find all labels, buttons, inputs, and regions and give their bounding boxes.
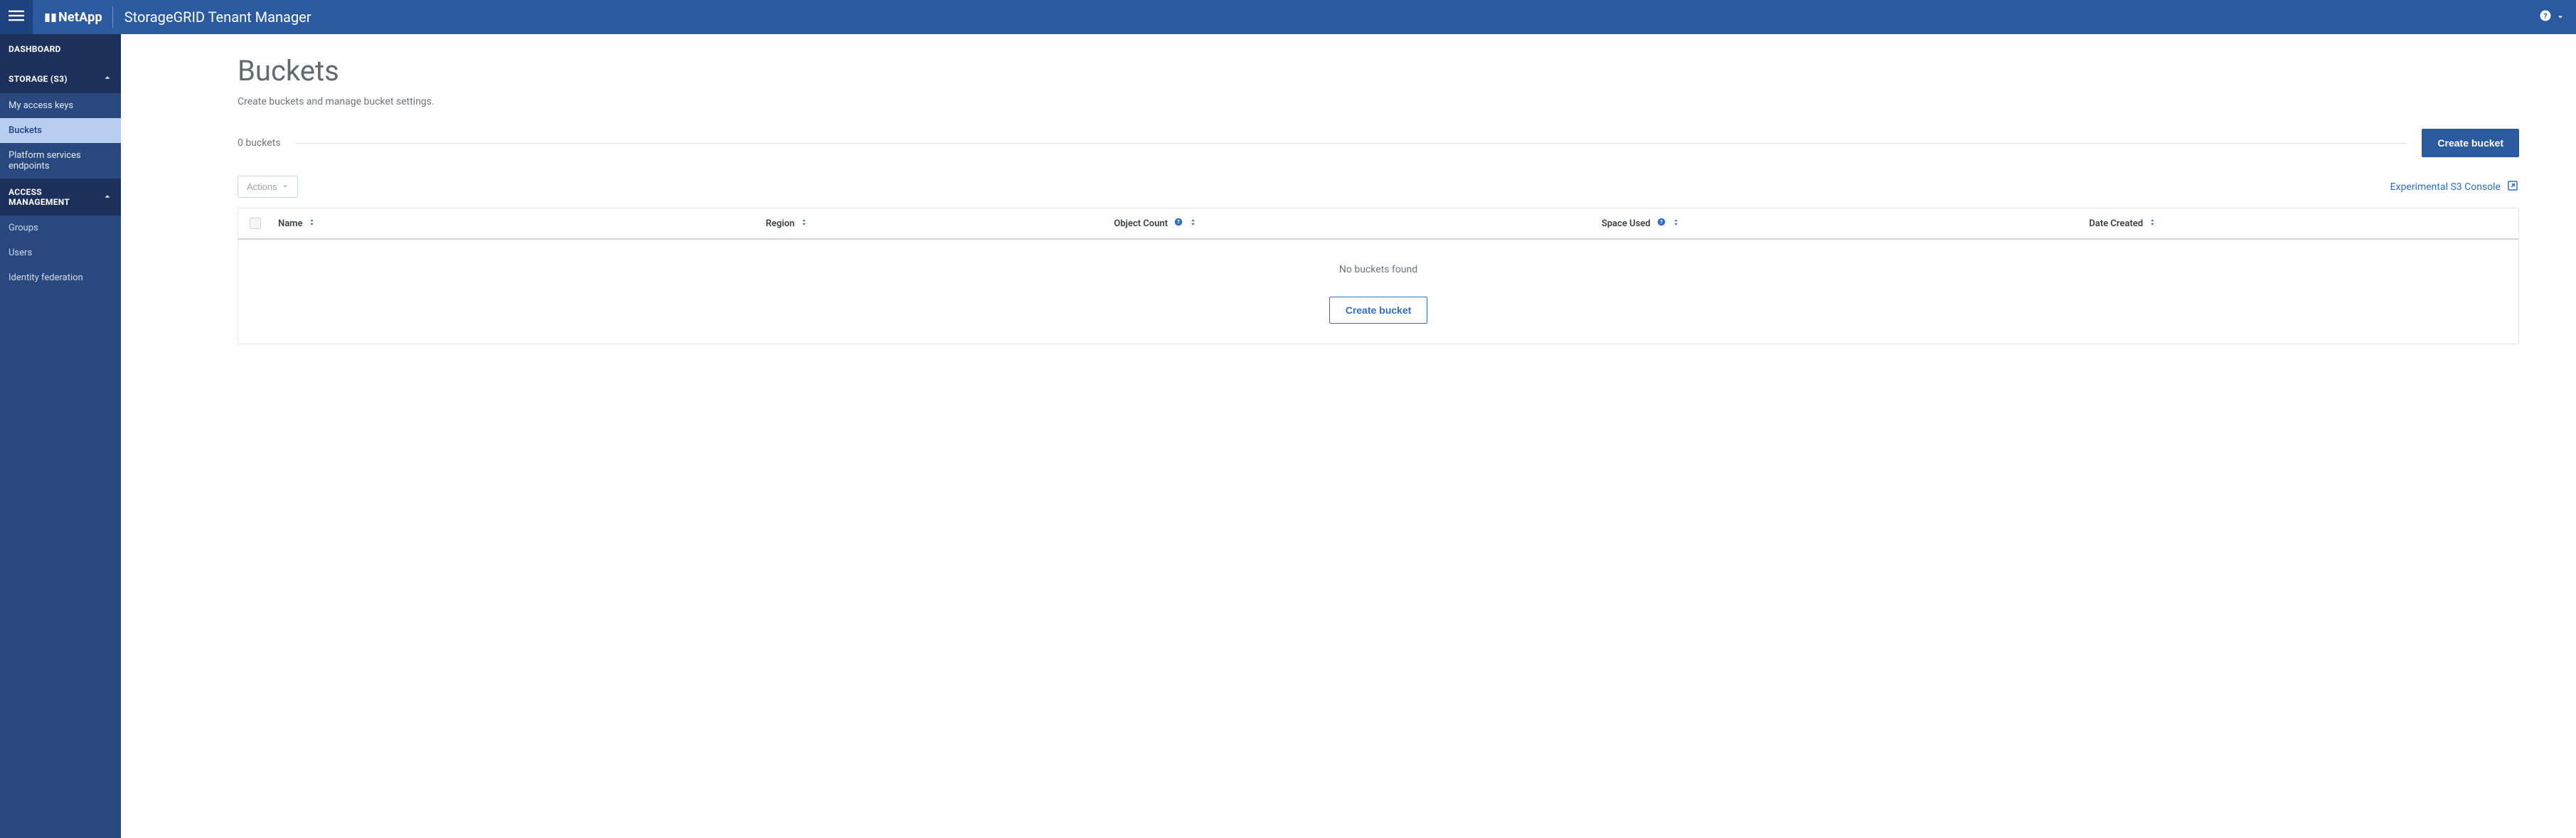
column-label: Date Created [2089, 218, 2143, 229]
sidebar-section-access[interactable]: ACCESS MANAGEMENT [0, 179, 121, 216]
buckets-table: Name Region Object Count ? [238, 208, 2519, 344]
sidebar-item-label: Groups [9, 223, 38, 233]
sidebar-section-label: ACCESS MANAGEMENT [9, 187, 102, 207]
empty-message: No buckets found [250, 264, 2507, 275]
external-link-icon [2506, 179, 2519, 195]
divider [294, 143, 2407, 144]
sidebar-item-groups[interactable]: Groups [0, 216, 121, 240]
brand-text: NetApp [58, 10, 102, 25]
chevron-up-icon [102, 191, 112, 203]
sort-icon [1672, 218, 1680, 229]
page-subtitle: Create buckets and manage bucket setting… [238, 96, 2519, 107]
hamburger-icon [9, 8, 24, 27]
help-icon: ? [2539, 9, 2552, 26]
sidebar-item-label: My access keys [9, 100, 73, 111]
actions-label: Actions [247, 181, 277, 192]
sort-icon [1189, 218, 1197, 229]
help-icon[interactable]: ? [1173, 217, 1183, 230]
brand: NetApp [33, 6, 113, 28]
s3-console-link[interactable]: Experimental S3 Console [2390, 179, 2519, 195]
column-header-space-used[interactable]: Space Used ? [1602, 217, 2090, 230]
column-header-date-created[interactable]: Date Created [2089, 218, 2507, 229]
top-bar: NetApp StorageGRID Tenant Manager ? [0, 0, 2576, 34]
sort-icon [308, 218, 316, 229]
create-bucket-button[interactable]: Create bucket [2422, 129, 2519, 157]
svg-text:?: ? [2543, 11, 2547, 20]
svg-text:?: ? [1177, 219, 1180, 225]
bucket-count-label: 0 buckets [238, 137, 280, 149]
table-empty-state: No buckets found Create bucket [238, 240, 2518, 344]
sidebar-item-dashboard[interactable]: DASHBOARD [0, 34, 121, 64]
table-header-row: Name Region Object Count ? [238, 208, 2518, 240]
sidebar-section-storage[interactable]: STORAGE (S3) [0, 64, 121, 93]
sidebar-section-label: STORAGE (S3) [9, 74, 68, 84]
s3-console-label: Experimental S3 Console [2390, 181, 2501, 193]
bucket-count-row: 0 buckets Create bucket [238, 129, 2519, 157]
app-title: StorageGRID Tenant Manager [124, 9, 312, 26]
select-all-cell[interactable] [250, 218, 278, 229]
column-header-name[interactable]: Name [278, 218, 766, 229]
main-content: Buckets Create buckets and manage bucket… [121, 34, 2576, 838]
page-title: Buckets [238, 54, 2519, 87]
column-header-region[interactable]: Region [766, 218, 1114, 229]
column-label: Object Count [1114, 218, 1168, 229]
sidebar-item-label: Users [9, 248, 32, 258]
hamburger-menu-button[interactable] [0, 0, 33, 34]
actions-dropdown-button[interactable]: Actions [238, 176, 298, 198]
sidebar-item-label: Platform services endpoints [9, 150, 112, 171]
chevron-down-icon [282, 181, 289, 192]
help-icon[interactable]: ? [1656, 217, 1666, 230]
sidebar-item-access-keys[interactable]: My access keys [0, 93, 121, 118]
chevron-down-icon [2556, 10, 2565, 25]
sidebar-item-label: Identity federation [9, 272, 83, 283]
sort-icon [2149, 218, 2156, 229]
netapp-logo-icon [44, 10, 57, 25]
checkbox-icon [250, 218, 261, 229]
table-toolbar: Actions Experimental S3 Console [238, 176, 2519, 198]
svg-text:?: ? [1660, 219, 1663, 225]
column-label: Name [278, 218, 302, 229]
column-label: Region [766, 218, 795, 229]
sidebar-item-buckets[interactable]: Buckets [0, 118, 121, 143]
column-label: Space Used [1602, 218, 1651, 229]
sort-icon [800, 218, 808, 229]
sidebar-item-identity-federation[interactable]: Identity federation [0, 265, 121, 290]
chevron-up-icon [102, 73, 112, 85]
help-menu[interactable]: ? [2539, 9, 2576, 26]
sidebar-item-label: Buckets [9, 125, 42, 136]
column-header-object-count[interactable]: Object Count ? [1114, 217, 1602, 230]
sidebar-item-platform-endpoints[interactable]: Platform services endpoints [0, 143, 121, 179]
create-bucket-empty-button[interactable]: Create bucket [1329, 297, 1428, 324]
sidebar-item-users[interactable]: Users [0, 240, 121, 265]
sidebar: DASHBOARD STORAGE (S3) My access keys Bu… [0, 34, 121, 838]
